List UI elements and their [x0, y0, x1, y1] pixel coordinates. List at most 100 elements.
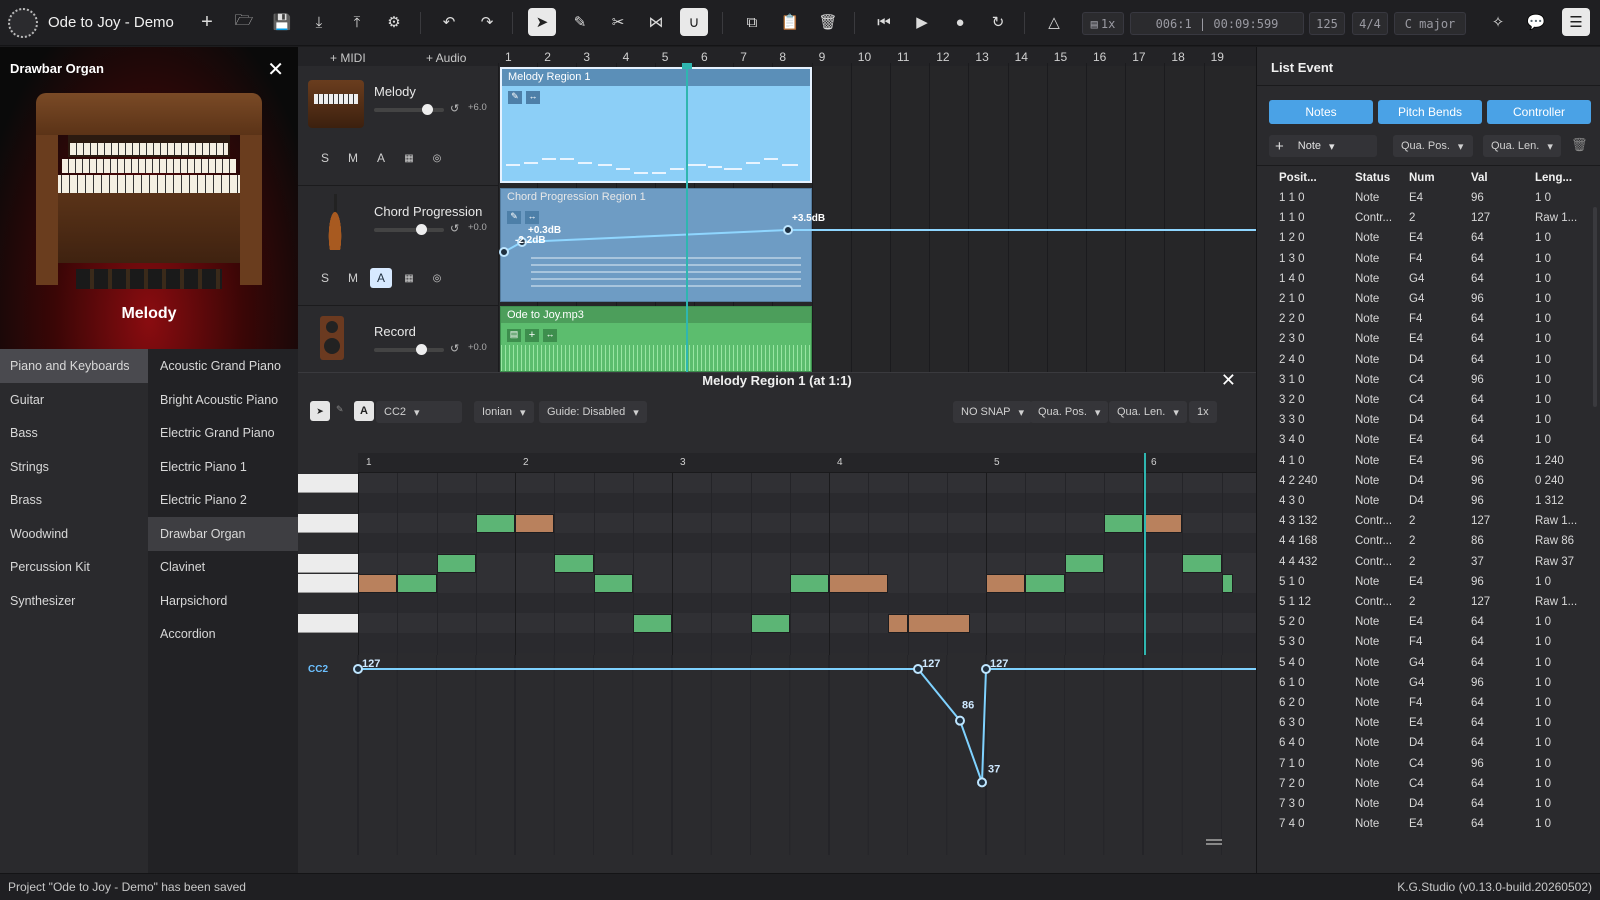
- event-row[interactable]: 1 1 0 Note E4 96 1 0: [1269, 189, 1585, 209]
- midi-note[interactable]: [1143, 514, 1183, 533]
- time-signature-display[interactable]: 4/4: [1352, 12, 1388, 35]
- midi-note[interactable]: [986, 574, 1026, 593]
- pitch-row[interactable]: [358, 533, 1256, 553]
- metronome-icon[interactable]: △: [1040, 8, 1068, 36]
- column-header[interactable]: Num: [1409, 172, 1435, 184]
- merge-tool-icon[interactable]: ⋈: [642, 8, 670, 36]
- delete-icon[interactable]: 🗑: [814, 8, 842, 36]
- midi-note[interactable]: [515, 514, 555, 533]
- new-icon[interactable]: +: [193, 8, 221, 36]
- event-row[interactable]: 4 4 432 Contr... 2 37 Raw 37: [1269, 553, 1585, 573]
- copy-icon[interactable]: ⧉: [738, 8, 766, 36]
- midi-note[interactable]: [1221, 574, 1234, 593]
- reset-icon[interactable]: ↺: [450, 222, 459, 235]
- audio-region[interactable]: Ode to Joy.mp3 ▤ + ↔: [500, 306, 812, 372]
- event-row[interactable]: 6 4 0 Note D4 64 1 0: [1269, 734, 1585, 754]
- event-row[interactable]: 7 2 0 Note C4 64 1 0: [1269, 775, 1585, 795]
- midi-note[interactable]: [789, 574, 829, 593]
- add-midi-track-button[interactable]: + MIDI: [330, 51, 366, 65]
- add-event-button[interactable]: + Note ▾: [1269, 135, 1377, 157]
- fx-icon[interactable]: ◎: [426, 148, 448, 168]
- event-row[interactable]: 3 4 0 Note E4 64 1 0: [1269, 431, 1585, 451]
- add-icon[interactable]: +: [525, 329, 539, 342]
- piano-key[interactable]: [298, 474, 358, 493]
- fx-icon[interactable]: ◎: [426, 268, 448, 288]
- midi-note[interactable]: [907, 614, 971, 633]
- category-item[interactable]: Guitar: [0, 383, 148, 417]
- playhead[interactable]: [686, 63, 688, 372]
- column-header[interactable]: Posit...: [1279, 172, 1317, 184]
- piano-key[interactable]: [298, 614, 358, 633]
- event-row[interactable]: 3 3 0 Note D4 64 1 0: [1269, 411, 1585, 431]
- magnet-snap-icon[interactable]: ∪: [680, 8, 708, 36]
- volume-slider[interactable]: [374, 104, 444, 115]
- pointer-tool-icon[interactable]: ➤: [528, 8, 556, 36]
- playhead-marker[interactable]: [682, 63, 692, 69]
- volume-slider[interactable]: [374, 344, 444, 355]
- event-row[interactable]: 3 2 0 Note C4 64 1 0: [1269, 391, 1585, 411]
- mute-button[interactable]: M: [342, 148, 364, 168]
- chat-icon[interactable]: 💬: [1522, 8, 1550, 36]
- pitch-row[interactable]: [358, 633, 1256, 653]
- event-row[interactable]: 1 1 0 Contr... 2 127 Raw 1...: [1269, 209, 1585, 229]
- piano-key[interactable]: [298, 574, 358, 593]
- category-item[interactable]: Strings: [0, 450, 148, 484]
- event-row[interactable]: 5 1 0 Note E4 96 1 0: [1269, 573, 1585, 593]
- playback-zoom[interactable]: ▤ 1x: [1082, 12, 1124, 35]
- automation-curve[interactable]: [498, 188, 1256, 302]
- cc-point[interactable]: [913, 664, 923, 674]
- midi-note[interactable]: [632, 614, 672, 633]
- event-row[interactable]: 4 3 0 Note D4 96 1 312: [1269, 492, 1585, 512]
- instrument-item[interactable]: Bright Acoustic Piano: [148, 383, 298, 417]
- tempo-display[interactable]: 125: [1309, 12, 1345, 35]
- instrument-item[interactable]: Accordion: [148, 617, 298, 651]
- event-row[interactable]: 4 4 168 Contr... 2 86 Raw 86: [1269, 532, 1585, 552]
- instrument-item[interactable]: Acoustic Grand Piano: [148, 349, 298, 383]
- track-record[interactable]: Record ↺ +0.0: [298, 306, 498, 372]
- event-row[interactable]: 6 1 0 Note G4 96 1 0: [1269, 674, 1585, 694]
- editor-zoom[interactable]: 1x: [1189, 401, 1217, 423]
- pitch-row[interactable]: [358, 473, 1256, 493]
- cc-point[interactable]: [977, 777, 987, 788]
- note-grid[interactable]: [298, 473, 1256, 655]
- event-row[interactable]: 5 2 0 Note E4 64 1 0: [1269, 613, 1585, 633]
- pitch-row[interactable]: [358, 553, 1256, 573]
- guide-select[interactable]: Guide: Disabled ▾: [539, 401, 647, 423]
- instrument-item[interactable]: Harpsichord: [148, 584, 298, 618]
- resize-handle-icon[interactable]: [1206, 839, 1222, 845]
- cc-point[interactable]: [353, 664, 363, 674]
- automation-button[interactable]: A: [370, 148, 392, 168]
- event-row[interactable]: 5 1 12 Contr... 2 127 Raw 1...: [1269, 593, 1585, 613]
- solo-button[interactable]: S: [314, 148, 336, 168]
- editor-playhead[interactable]: [1144, 453, 1146, 655]
- midi-note[interactable]: [750, 614, 790, 633]
- piano-roll-icon[interactable]: ▦: [398, 148, 420, 168]
- record-icon[interactable]: ●: [946, 8, 974, 36]
- event-row[interactable]: 4 3 132 Contr... 2 127 Raw 1...: [1269, 512, 1585, 532]
- piano-roll-icon[interactable]: ▦: [398, 268, 420, 288]
- instrument-item[interactable]: Clavinet: [148, 550, 298, 584]
- event-row[interactable]: 3 1 0 Note C4 96 1 0: [1269, 371, 1585, 391]
- editor-pointer-tool-icon[interactable]: ➤: [310, 401, 330, 421]
- event-row[interactable]: 7 4 0 Note E4 64 1 0: [1269, 815, 1585, 835]
- midi-note[interactable]: [436, 554, 476, 573]
- track-melody[interactable]: Melody ↺ +6.0 S M A ▦ ◎: [298, 66, 498, 186]
- key-display[interactable]: C major: [1394, 12, 1466, 35]
- column-header[interactable]: Val: [1471, 172, 1488, 184]
- editor-ruler[interactable]: [358, 453, 1256, 473]
- instrument-item[interactable]: Electric Grand Piano: [148, 416, 298, 450]
- category-item[interactable]: Woodwind: [0, 517, 148, 551]
- category-item[interactable]: Piano and Keyboards: [0, 349, 148, 383]
- solo-button[interactable]: S: [314, 268, 336, 288]
- save-icon[interactable]: 💾: [268, 8, 296, 36]
- category-item[interactable]: Bass: [0, 416, 148, 450]
- scrollbar[interactable]: [1593, 207, 1597, 407]
- tab-notes[interactable]: Notes: [1269, 100, 1373, 124]
- add-audio-track-button[interactable]: + Audio: [426, 51, 466, 65]
- app-logo-icon[interactable]: [8, 8, 38, 38]
- expand-icon[interactable]: ↔: [543, 329, 557, 342]
- play-icon[interactable]: ▶: [908, 8, 936, 36]
- export-icon[interactable]: ⤓: [305, 8, 333, 36]
- piano-key[interactable]: [298, 514, 358, 533]
- midi-note[interactable]: [475, 514, 515, 533]
